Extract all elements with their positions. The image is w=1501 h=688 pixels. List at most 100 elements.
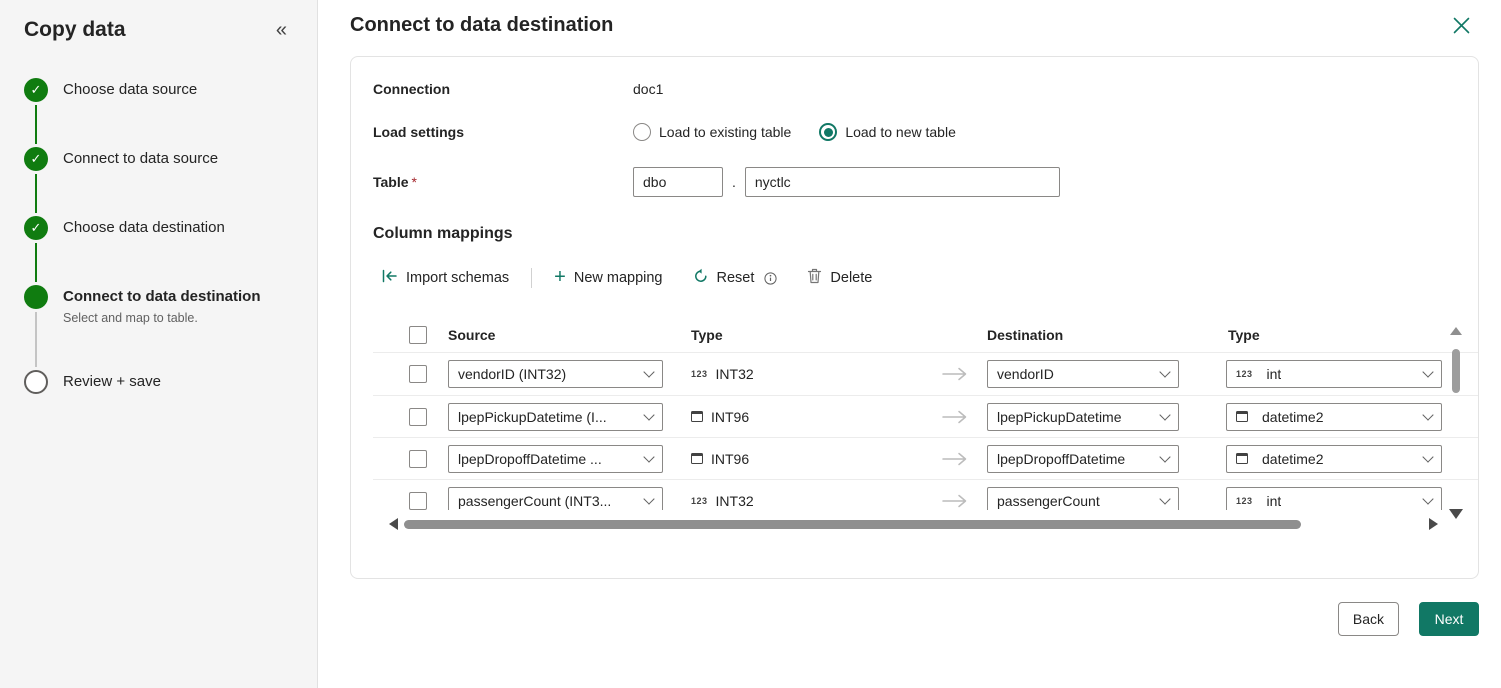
import-schemas-button[interactable]: Import schemas xyxy=(373,264,517,292)
chevron-down-icon xyxy=(1159,409,1170,420)
mapping-arrow-icon xyxy=(929,409,981,425)
chevron-down-icon xyxy=(1422,493,1433,504)
reset-button[interactable]: Reset xyxy=(685,264,786,292)
new-mapping-label: New mapping xyxy=(574,270,663,286)
header-destination-type: Type xyxy=(1226,327,1442,343)
source-select-value: lpepPickupDatetime (I... xyxy=(458,409,607,425)
mapping-rows-viewport: vendorID (INT32) INT32 vendorID xyxy=(373,353,1478,510)
source-column-select[interactable]: lpepPickupDatetime (I... xyxy=(448,403,663,431)
chevron-down-icon xyxy=(643,366,654,377)
destination-type-select[interactable]: int xyxy=(1226,360,1442,388)
mapping-arrow-icon xyxy=(929,493,981,509)
step-label: Connect to data destination xyxy=(63,285,261,309)
destination-type-value: datetime2 xyxy=(1262,451,1323,467)
destination-select-value: passengerCount xyxy=(997,493,1100,509)
horizontal-scroll-thumb[interactable] xyxy=(404,520,1301,529)
destination-type-value: int xyxy=(1267,366,1282,382)
next-button[interactable]: Next xyxy=(1419,602,1479,636)
source-type-value: INT96 xyxy=(711,409,749,425)
step-connect-to-data-destination[interactable]: Connect to data destination Select and m… xyxy=(24,285,293,370)
destination-select-value: lpepDropoffDatetime xyxy=(997,451,1125,467)
radio-label: Load to existing table xyxy=(659,124,791,140)
source-column-select[interactable]: vendorID (INT32) xyxy=(448,360,663,388)
step-connect-to-data-source[interactable]: ✓ Connect to data source xyxy=(24,147,293,216)
toolbar-divider xyxy=(531,268,532,288)
scroll-left-arrow-icon[interactable] xyxy=(389,518,398,530)
chevron-down-icon xyxy=(1159,451,1170,462)
collapse-sidebar-icon[interactable]: « xyxy=(270,18,293,42)
destination-column-select[interactable]: lpepDropoffDatetime xyxy=(987,445,1179,473)
source-type-cell: INT32 xyxy=(683,493,929,509)
table-row: vendorID (INT32) INT32 vendorID xyxy=(373,353,1478,395)
reset-icon xyxy=(693,268,709,288)
radio-load-new-table[interactable]: Load to new table xyxy=(819,123,956,141)
calendar-type-icon xyxy=(691,453,703,464)
source-type-value: INT32 xyxy=(716,366,754,382)
source-type-value: INT96 xyxy=(711,451,749,467)
table-row-fields: Table* . xyxy=(373,167,1478,197)
source-column-select[interactable]: passengerCount (INT3... xyxy=(448,487,663,511)
table-name-input[interactable] xyxy=(745,167,1060,197)
row-checkbox[interactable] xyxy=(409,365,427,383)
source-type-value: INT32 xyxy=(716,493,754,509)
import-schemas-label: Import schemas xyxy=(406,270,509,286)
scroll-right-arrow-icon[interactable] xyxy=(1429,518,1438,530)
horizontal-scroll-track[interactable] xyxy=(404,520,1423,529)
copy-data-wizard: Copy data « ✓ Choose data source ✓ Conne… xyxy=(0,0,1501,688)
vertical-scroll-thumb[interactable] xyxy=(1452,349,1460,393)
source-column-select[interactable]: lpepDropoffDatetime ... xyxy=(448,445,663,473)
connection-row: Connection doc1 xyxy=(373,81,1478,97)
back-button[interactable]: Back xyxy=(1338,602,1399,636)
sidebar-header: Copy data « xyxy=(24,18,293,42)
vertical-scrollbar[interactable] xyxy=(1450,327,1462,519)
horizontal-scrollbar[interactable] xyxy=(389,517,1438,531)
main-panel: Connect to data destination Connection d… xyxy=(318,0,1501,688)
close-icon[interactable] xyxy=(1450,14,1473,40)
header-source: Source xyxy=(448,327,663,343)
step-completed-check-icon: ✓ xyxy=(24,78,48,102)
plus-icon: + xyxy=(554,267,566,287)
select-all-checkbox[interactable] xyxy=(409,326,427,344)
step-choose-data-destination[interactable]: ✓ Choose data destination xyxy=(24,216,293,285)
delete-label: Delete xyxy=(830,270,872,286)
step-subtitle: Select and map to table. xyxy=(63,311,261,325)
step-review-save[interactable]: Review + save xyxy=(24,370,293,439)
column-mappings-title: Column mappings xyxy=(373,225,1478,243)
load-settings-radio-group: Load to existing table Load to new table xyxy=(633,123,956,141)
destination-type-select[interactable]: datetime2 xyxy=(1226,445,1442,473)
destination-type-select[interactable]: int xyxy=(1226,487,1442,511)
delete-button[interactable]: Delete xyxy=(799,264,880,292)
step-choose-data-source[interactable]: ✓ Choose data source xyxy=(24,78,293,147)
trash-icon xyxy=(807,268,822,288)
table-label: Table* xyxy=(373,174,633,190)
wizard-sidebar: Copy data « ✓ Choose data source ✓ Conne… xyxy=(0,0,318,688)
table-row: lpepPickupDatetime (I... INT96 lpepPicku… xyxy=(373,395,1478,437)
load-settings-label: Load settings xyxy=(373,124,633,140)
required-asterisk: * xyxy=(412,174,417,190)
destination-type-select[interactable]: datetime2 xyxy=(1226,403,1442,431)
destination-settings-card: Connection doc1 Load settings Load to ex… xyxy=(350,56,1479,579)
destination-column-select[interactable]: passengerCount xyxy=(987,487,1179,511)
source-select-value: lpepDropoffDatetime ... xyxy=(458,451,602,467)
row-checkbox[interactable] xyxy=(409,408,427,426)
chevron-down-icon xyxy=(643,451,654,462)
row-checkbox[interactable] xyxy=(409,492,427,510)
mappings-toolbar: Import schemas + New mapping Reset xyxy=(373,263,1478,293)
destination-column-select[interactable]: lpepPickupDatetime xyxy=(987,403,1179,431)
schema-name-input[interactable] xyxy=(633,167,723,197)
radio-load-existing-table[interactable]: Load to existing table xyxy=(633,123,791,141)
destination-column-select[interactable]: vendorID xyxy=(987,360,1179,388)
row-checkbox[interactable] xyxy=(409,450,427,468)
scroll-down-arrow-icon[interactable] xyxy=(1449,509,1463,519)
scroll-up-arrow-icon[interactable] xyxy=(1450,327,1462,335)
header-destination: Destination xyxy=(987,327,1179,343)
calendar-type-icon xyxy=(1236,411,1248,422)
chevron-down-icon xyxy=(643,493,654,504)
chevron-down-icon xyxy=(1422,409,1433,420)
step-label: Choose data source xyxy=(63,78,197,102)
new-mapping-button[interactable]: + New mapping xyxy=(546,265,670,291)
step-completed-check-icon: ✓ xyxy=(24,216,48,240)
destination-select-value: lpepPickupDatetime xyxy=(997,409,1122,425)
calendar-type-icon xyxy=(1236,453,1248,464)
source-type-cell: INT32 xyxy=(683,366,929,382)
